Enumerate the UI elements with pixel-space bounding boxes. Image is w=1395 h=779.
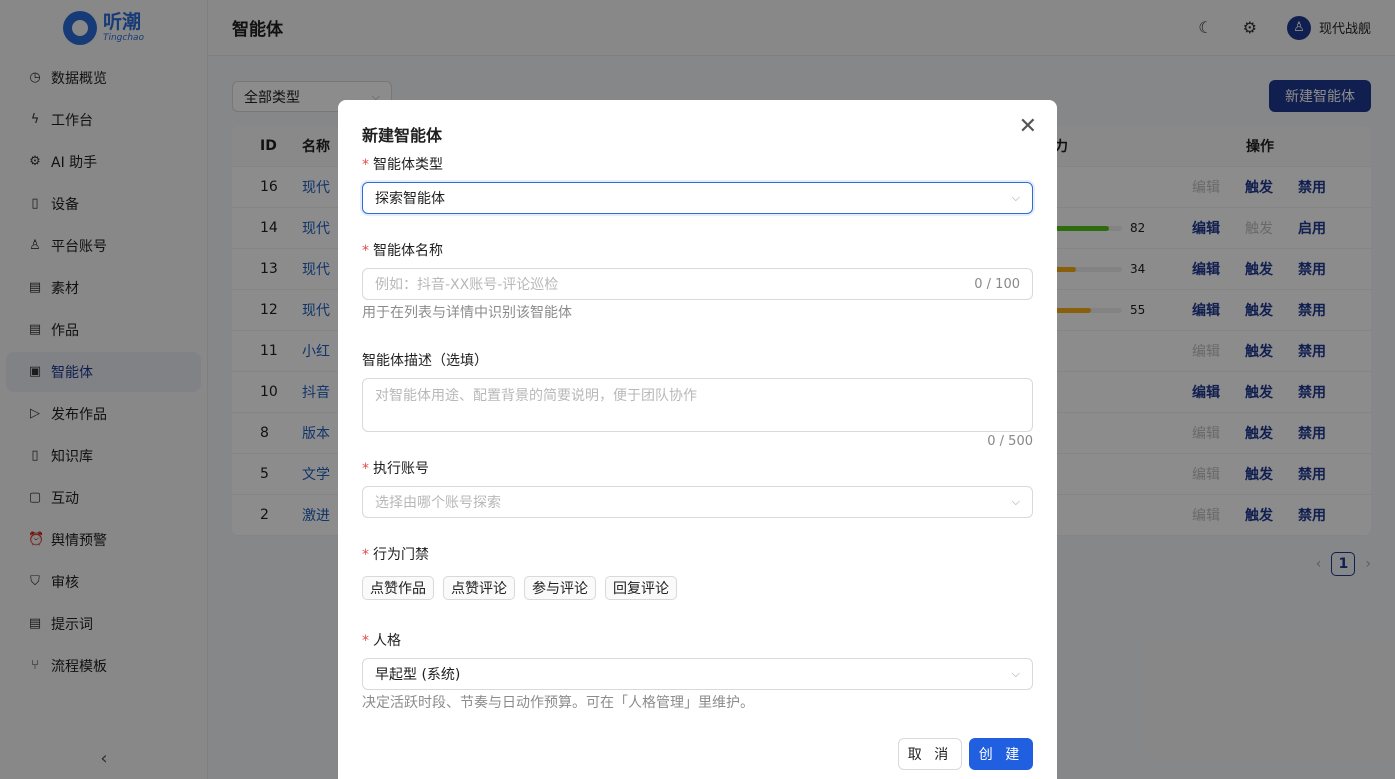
chevron-down-icon: ⌵ (1011, 495, 1020, 508)
persona-value: 早起型 (系统) (375, 667, 461, 683)
agent-name-placeholder: 例如：抖音-XX账号-评论巡检 (375, 277, 559, 293)
gate-label: * 行为门禁 (362, 547, 429, 563)
gate-tag[interactable]: 回复评论 (605, 576, 677, 600)
name-hint: 用于在列表与详情中识别该智能体 (362, 305, 572, 321)
agent-name-input[interactable]: 例如：抖音-XX账号-评论巡检 0 / 100 (362, 268, 1033, 300)
agent-type-value: 探索智能体 (375, 191, 445, 207)
account-placeholder: 选择由哪个账号探索 (375, 495, 501, 511)
agent-desc-textarea[interactable]: 对智能体用途、配置背景的简要说明，便于团队协作 (362, 378, 1033, 432)
name-char-count: 0 / 100 (974, 276, 1020, 292)
agent-type-select[interactable]: 探索智能体 ⌵ (362, 182, 1033, 214)
gate-tag[interactable]: 点赞评论 (443, 576, 515, 600)
gate-tag[interactable]: 参与评论 (524, 576, 596, 600)
gate-tags: 点赞作品 点赞评论 参与评论 回复评论 (362, 576, 677, 600)
desc-char-count: 0 / 500 (987, 434, 1033, 449)
create-agent-modal: 新建智能体 ✕ * 智能体类型 探索智能体 ⌵ * 智能体名称 例如：抖音-XX账号… (338, 100, 1057, 779)
persona-select[interactable]: 早起型 (系统) ⌵ (362, 658, 1033, 690)
chevron-down-icon: ⌵ (1011, 191, 1020, 204)
account-select[interactable]: 选择由哪个账号探索 ⌵ (362, 486, 1033, 518)
desc-label: 智能体描述（选填） (362, 353, 488, 369)
persona-label: * 人格 (362, 633, 401, 649)
account-label: * 执行账号 (362, 461, 429, 477)
create-button[interactable]: 创 建 (969, 738, 1033, 770)
cancel-button[interactable]: 取 消 (898, 738, 962, 770)
gate-tag[interactable]: 点赞作品 (362, 576, 434, 600)
type-label: * 智能体类型 (362, 157, 443, 173)
chevron-down-icon: ⌵ (1011, 667, 1020, 680)
name-label: * 智能体名称 (362, 243, 443, 259)
persona-hint: 决定活跃时段、节奏与日动作预算。可在「人格管理」里维护。 (362, 695, 754, 711)
agent-desc-placeholder: 对智能体用途、配置背景的简要说明，便于团队协作 (375, 388, 697, 404)
close-icon[interactable]: ✕ (1019, 116, 1037, 138)
modal-title: 新建智能体 (362, 126, 443, 145)
